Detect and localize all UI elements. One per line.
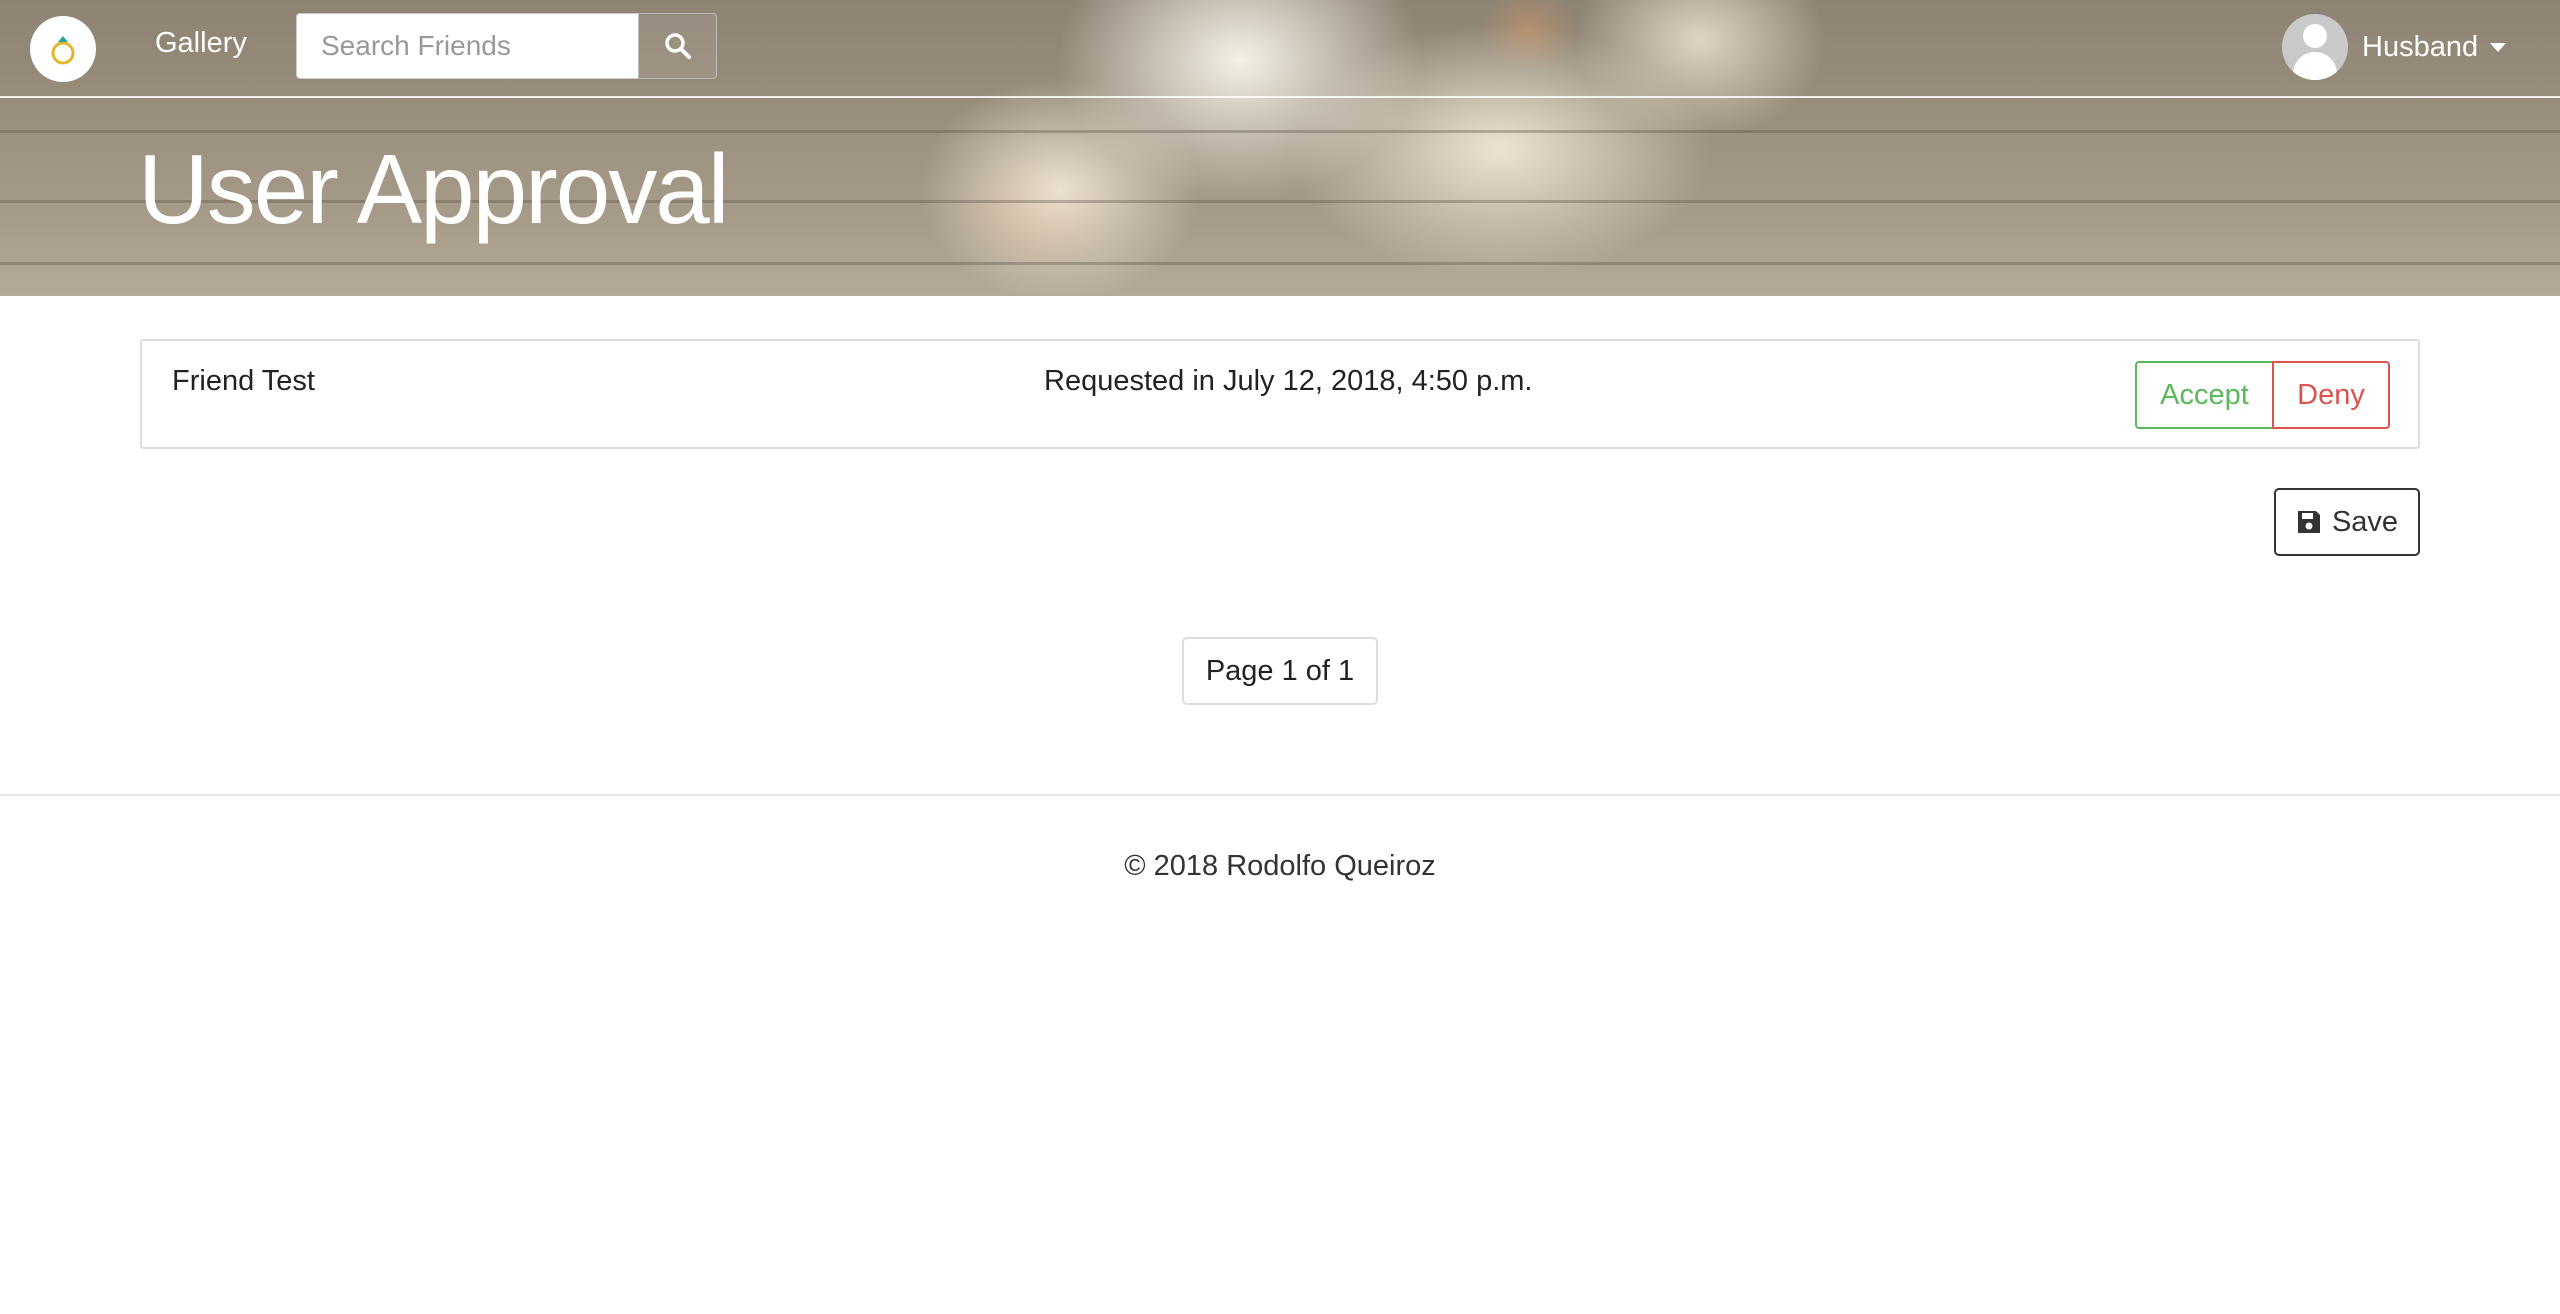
accept-button[interactable]: Accept	[2135, 361, 2274, 429]
search-button[interactable]	[638, 13, 717, 79]
page-title: User Approval	[138, 134, 730, 244]
ring-icon	[51, 36, 75, 65]
background-plank-line	[0, 130, 2560, 133]
footer-copyright: © 2018 Rodolfo Queiroz	[1124, 850, 1436, 882]
search-icon	[664, 33, 691, 59]
pagination-indicator: Page 1 of 1	[1182, 637, 1378, 705]
request-date: Requested in July 12, 2018, 4:50 p.m.	[1044, 365, 1533, 397]
friend-name: Friend Test	[172, 365, 315, 397]
save-button-label: Save	[2331, 505, 2399, 538]
caret-down-icon	[2490, 42, 2507, 52]
user-name-label: Husband	[2362, 30, 2479, 63]
footer-divider	[0, 794, 2560, 796]
background-plank-line	[0, 262, 2560, 265]
search-friends-input[interactable]	[296, 13, 639, 79]
user-menu-dropdown[interactable]: Husband	[2282, 12, 2507, 82]
floppy-disk-icon	[2297, 511, 2320, 533]
request-row: Friend Test Requested in July 12, 2018, …	[140, 339, 2420, 449]
deny-button[interactable]: Deny	[2272, 361, 2390, 429]
user-avatar-icon	[2282, 14, 2348, 80]
ring-logo[interactable]	[30, 16, 96, 82]
nav-gallery-link[interactable]: Gallery	[155, 27, 247, 60]
save-button[interactable]: Save	[2274, 488, 2420, 556]
navbar-divider	[0, 96, 2560, 98]
